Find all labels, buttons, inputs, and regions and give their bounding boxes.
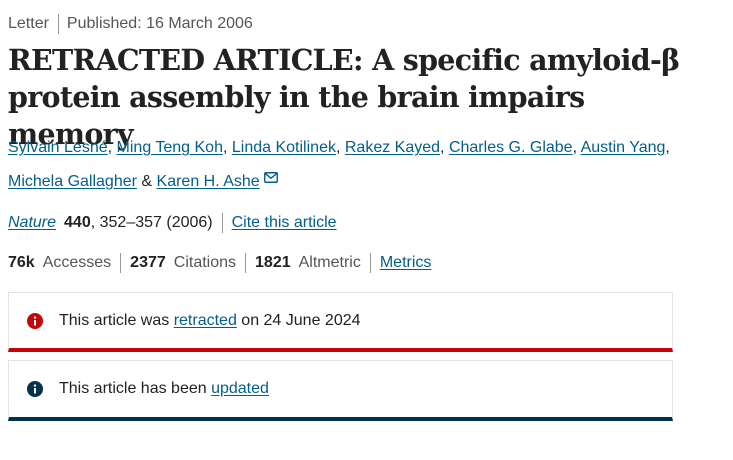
article-header: Letter Published: 16 March 2006 RETRACTE… <box>0 0 733 460</box>
update-notice: This article has been updated <box>8 360 673 421</box>
author-separator: , <box>107 139 113 156</box>
author-link[interactable]: Karen H. Ashe <box>157 173 260 190</box>
metrics-link[interactable]: Metrics <box>380 254 432 272</box>
journal-volume: 440 <box>64 214 91 231</box>
author-separator: , <box>572 139 578 156</box>
meta-divider <box>57 14 59 34</box>
altmetric-label: Altmetric <box>298 254 361 271</box>
citations-count: 2377 <box>130 254 166 271</box>
author-separator: , <box>440 139 445 156</box>
author-link[interactable]: Austin Yang <box>581 139 666 156</box>
info-icon <box>27 381 43 397</box>
notice-text: This article was retracted on 24 June 20… <box>59 312 361 330</box>
article-meta: Letter Published: 16 March 2006 <box>8 14 253 34</box>
author-link[interactable]: Michela Gallagher <box>8 173 137 190</box>
retraction-notice: This article was retracted on 24 June 20… <box>8 292 673 352</box>
author-link[interactable]: Rakez Kayed <box>345 139 440 156</box>
author-separator: , <box>335 139 341 156</box>
updated-link[interactable]: updated <box>211 380 269 397</box>
journal-link[interactable]: Nature <box>8 214 56 232</box>
metrics-divider <box>245 253 247 273</box>
notice-text: This article has been updated <box>59 380 269 398</box>
metrics-divider <box>120 253 122 273</box>
cite-article-link[interactable]: Cite this article <box>232 214 337 232</box>
metrics-bar: 76k Accesses 2377 Citations 1821 Altmetr… <box>8 253 431 273</box>
author-conjunction: & <box>141 173 153 190</box>
info-icon <box>27 312 43 329</box>
altmetric-score: 1821 <box>255 254 291 271</box>
citations-label: Citations <box>173 254 237 271</box>
accesses-label: Accesses <box>42 254 112 271</box>
author-link[interactable]: Charles G. Glabe <box>449 139 573 156</box>
journal-pages-year: , 352–357 (2006) <box>90 214 213 231</box>
author-link[interactable]: Sylvain Lesné <box>8 139 108 156</box>
metrics-divider <box>369 253 371 273</box>
author-separator: , <box>665 139 670 156</box>
notice-text-before: This article was <box>59 311 174 329</box>
retracted-link[interactable]: retracted <box>174 312 237 329</box>
citation-line: Nature 440 , 352–357 (2006) Cite this ar… <box>8 213 337 233</box>
citation-divider <box>221 213 223 233</box>
mail-icon[interactable] <box>263 163 278 194</box>
author-link[interactable]: Linda Kotilinek <box>232 139 336 156</box>
notice-text-after: on 24 June 2024 <box>236 311 361 329</box>
published-date: Published: 16 March 2006 <box>66 15 253 32</box>
article-type: Letter <box>8 15 49 32</box>
notice-text-before: This article has been <box>59 380 212 397</box>
author-list: Sylvain Lesné, Ming Teng Koh, Linda Koti… <box>8 132 708 197</box>
author-separator: , <box>222 139 228 156</box>
accesses-count: 76k <box>8 254 35 271</box>
author-link[interactable]: Ming Teng Koh <box>117 139 223 156</box>
